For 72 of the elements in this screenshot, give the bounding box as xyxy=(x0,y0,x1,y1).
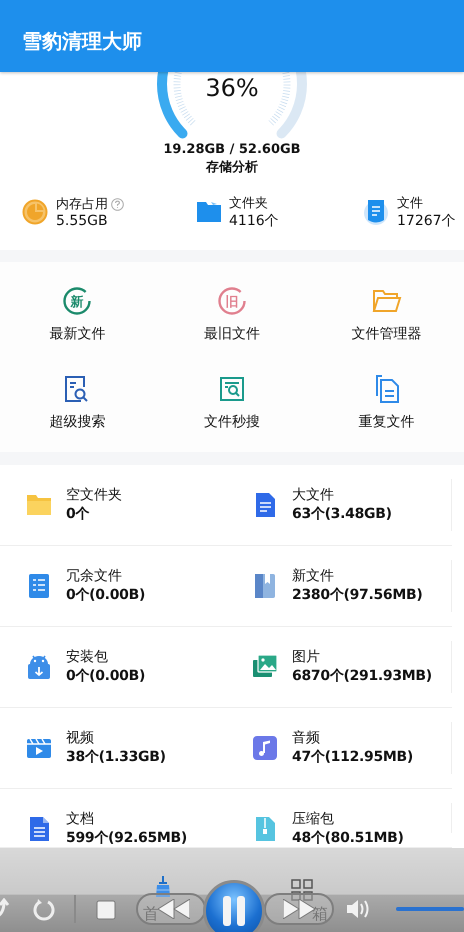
storage-usage: 19.28GB / 52.60GB xyxy=(163,142,301,157)
android-icon xyxy=(26,654,52,680)
category-item[interactable]: 大文件 63个(3.48GB) xyxy=(226,465,452,546)
folder-icon xyxy=(26,492,52,518)
stat-value: 5.55GB xyxy=(56,213,109,229)
category-item[interactable]: 新文件 2380个(97.56MB) xyxy=(226,546,452,627)
document-search-icon xyxy=(218,375,246,403)
rewind-icon xyxy=(158,899,190,919)
category-detail: 38个(1.33GB) xyxy=(66,748,166,767)
broom-icon xyxy=(155,876,171,898)
category-item[interactable]: 视频 38个(1.33GB) xyxy=(0,708,226,789)
usage-percent: 36% xyxy=(205,74,259,102)
category-name: 安装包 xyxy=(66,648,109,667)
category-name: 新文件 xyxy=(292,567,335,586)
tool-label: 文件秒搜 xyxy=(204,413,260,431)
storage-analysis-link[interactable]: 存储分析 xyxy=(206,158,258,176)
music-note-icon xyxy=(252,735,278,761)
open-folder-icon xyxy=(372,288,402,314)
document-list-icon xyxy=(26,573,52,599)
pie-chart-icon xyxy=(22,199,48,225)
category-name: 图片 xyxy=(292,648,321,667)
repeat-icon[interactable] xyxy=(33,898,57,922)
category-detail: 599个(92.65MB) xyxy=(66,829,188,848)
tool-item[interactable]: 旧 最旧文件 xyxy=(154,270,310,358)
help-icon[interactable] xyxy=(111,198,124,210)
stop-icon[interactable] xyxy=(96,900,116,920)
tool-label: 最旧文件 xyxy=(204,325,260,343)
stat-label: 文件夹 xyxy=(229,195,268,212)
badge-icon: 新 xyxy=(62,286,92,316)
tool-label: 超级搜索 xyxy=(49,413,106,431)
category-detail: 6870个(291.93MB) xyxy=(292,667,432,686)
stat-value: 4116个 xyxy=(229,212,279,230)
stat-label: 文件 xyxy=(397,195,423,212)
category-item[interactable]: 安装包 0个(0.00B) xyxy=(0,627,226,708)
category-detail: 0个 xyxy=(66,505,90,524)
category-name: 音频 xyxy=(292,729,321,748)
pause-icon xyxy=(222,896,246,926)
category-name: 视频 xyxy=(66,729,95,748)
rewind-button[interactable] xyxy=(136,893,206,925)
tool-item[interactable]: 重复文件 xyxy=(309,358,464,446)
stat-label: 内存占用 xyxy=(56,196,108,213)
badge-icon: 旧 xyxy=(216,286,247,316)
category-name: 冗余文件 xyxy=(66,567,123,586)
tool-item[interactable]: 超级搜索 xyxy=(0,358,155,446)
document-icon xyxy=(363,198,389,226)
category-detail: 2380个(97.56MB) xyxy=(292,586,422,605)
category-name: 压缩包 xyxy=(292,810,335,829)
category-name: 大文件 xyxy=(292,486,335,505)
tool-label: 文件管理器 xyxy=(352,325,422,343)
tool-item[interactable]: 文件管理器 xyxy=(309,270,464,358)
category-item[interactable]: 空文件夹 0个 xyxy=(0,465,226,546)
tool-item[interactable]: 新 最新文件 xyxy=(0,270,155,358)
category-detail: 0个(0.00B) xyxy=(66,667,146,686)
category-item[interactable]: 音频 47个(112.95MB) xyxy=(226,708,452,789)
grid-icon xyxy=(291,879,313,901)
folder-icon xyxy=(197,201,221,223)
tool-label: 重复文件 xyxy=(358,413,415,431)
category-detail: 63个(3.48GB) xyxy=(292,505,392,524)
category-item[interactable]: 图片 6870个(291.93MB) xyxy=(226,627,452,708)
tool-item[interactable]: 文件秒搜 xyxy=(154,358,310,446)
category-name: 文档 xyxy=(66,810,95,829)
category-name: 空文件夹 xyxy=(66,486,122,505)
category-detail: 47个(112.95MB) xyxy=(292,748,414,767)
app-title: 雪豹清理大师 xyxy=(21,28,142,55)
category-detail: 48个(80.51MB) xyxy=(292,829,404,848)
category-detail: 0个(0.00B) xyxy=(66,586,146,605)
book-icon xyxy=(252,573,278,599)
tool-label: 最新文件 xyxy=(49,325,106,343)
fast-forward-button[interactable] xyxy=(264,893,334,925)
image-icon xyxy=(252,654,278,680)
stat-value: 17267个 xyxy=(397,212,456,230)
category-item[interactable]: 冗余文件 0个(0.00B) xyxy=(0,546,226,627)
